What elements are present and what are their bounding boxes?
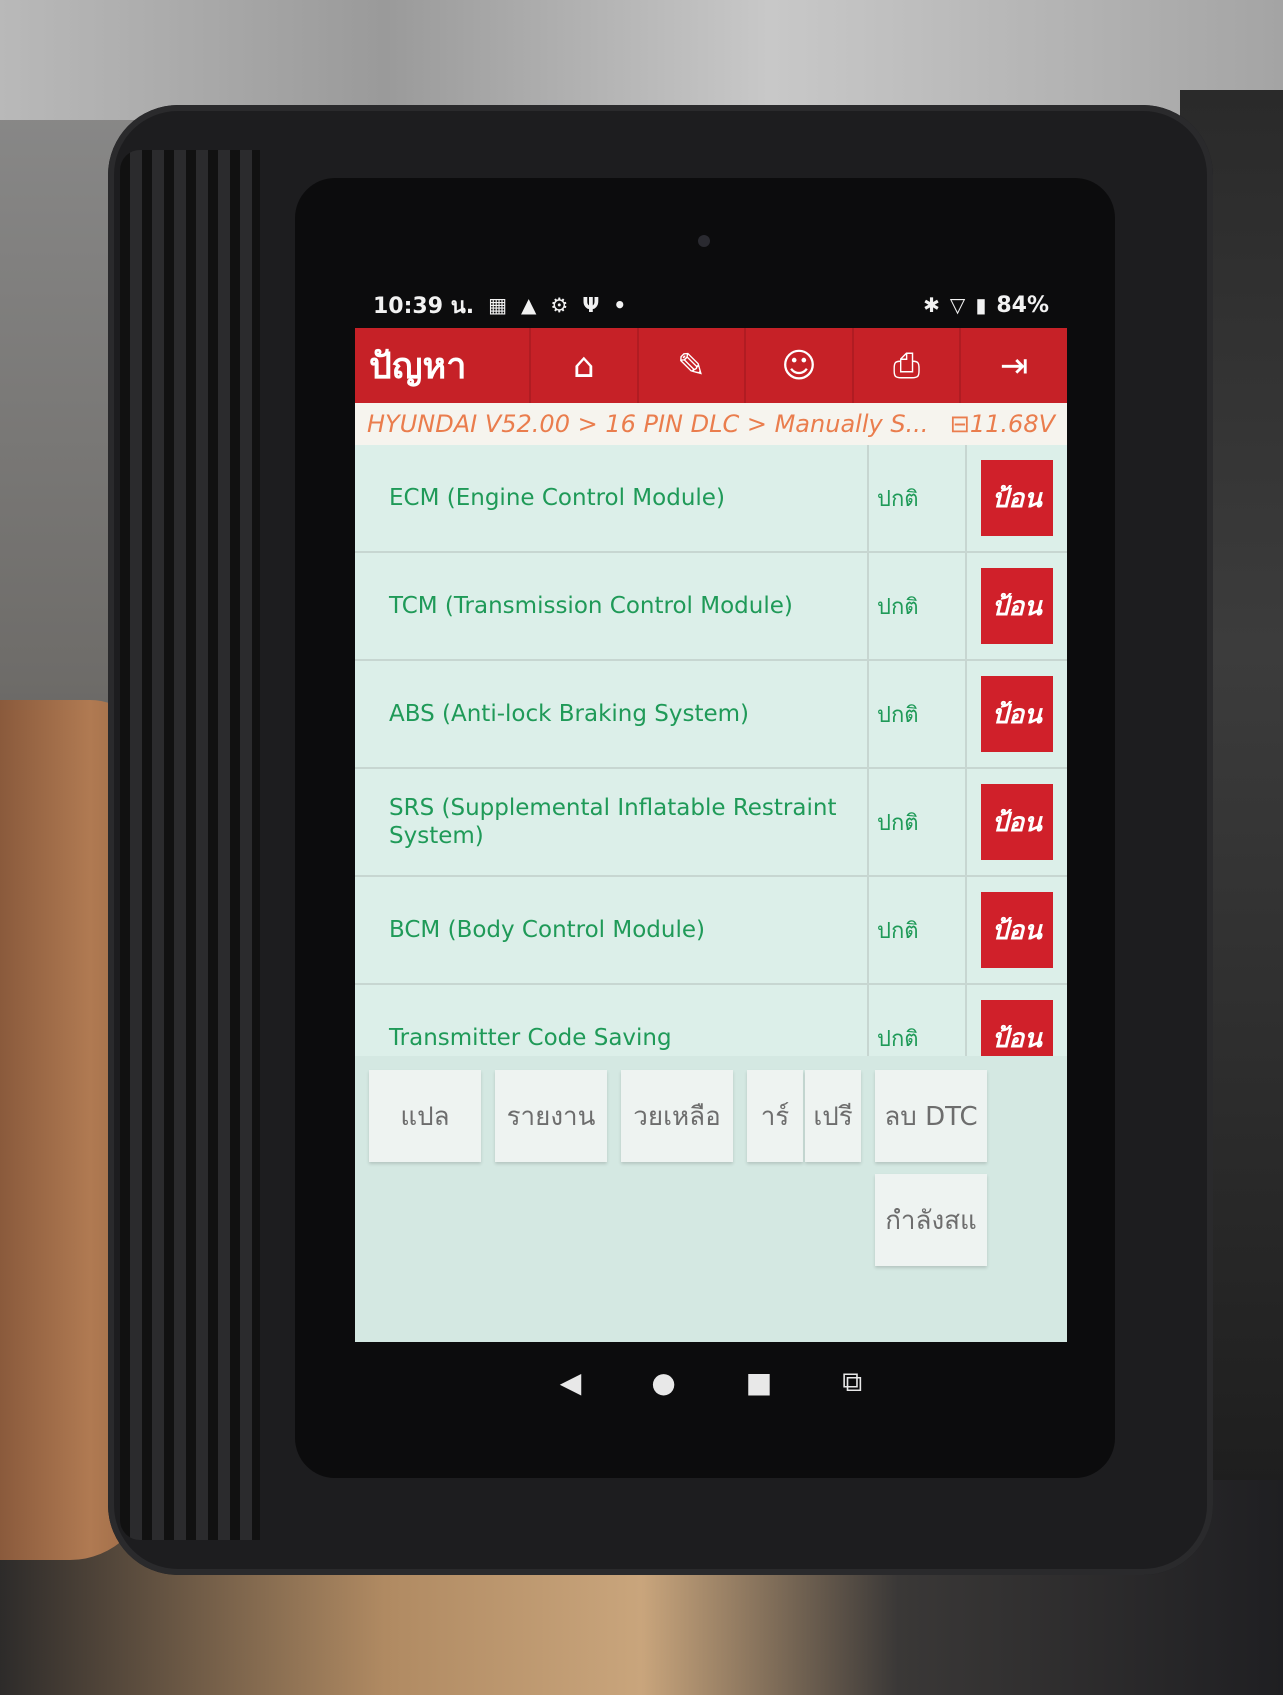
battery-icon: ▮	[975, 293, 987, 317]
recents-icon[interactable]: ■	[746, 1366, 772, 1399]
list-item: ABS (Anti-lock Braking System) ปกติ ป้อน	[355, 661, 1067, 769]
compare-button[interactable]: เปรี	[805, 1070, 861, 1162]
system-list: ECM (Engine Control Module) ปกติ ป้อน TC…	[355, 445, 1067, 1093]
usb-icon: Ψ	[582, 293, 600, 317]
system-name: BCM (Body Control Module)	[355, 877, 869, 983]
screen: 10:39 น. ▦ ▲ ⚙ Ψ • ✱ ▽ ▮ 84% ปัญหา ⌂ ✎ ☺…	[355, 282, 1067, 1342]
home-icon: ⌂	[573, 345, 595, 386]
share-button[interactable]: าร์	[747, 1070, 803, 1162]
enter-button[interactable]: ป้อน	[981, 892, 1053, 968]
warning-icon: ▲	[521, 293, 537, 317]
wifi-icon: ▽	[949, 293, 966, 317]
help-button[interactable]: วยเหลือ	[621, 1070, 733, 1162]
dot-icon: •	[613, 293, 627, 317]
bluetooth-icon: ✱	[923, 293, 940, 317]
breadcrumb: HYUNDAI V52.00 > 16 PIN DLC > Manually S…	[355, 403, 1067, 445]
list-item: SRS (Supplemental Inflatable Restraint S…	[355, 769, 1067, 877]
edit-icon: ✎	[677, 345, 706, 386]
system-status: ปกติ	[869, 661, 967, 767]
battery-level: 84%	[996, 292, 1049, 318]
page-title: ปัญหา	[369, 346, 467, 387]
background-ceiling	[0, 0, 1283, 120]
exit-button[interactable]: ⇥	[959, 328, 1067, 403]
gear-icon: ⚙	[550, 293, 569, 317]
system-status: ปกติ	[869, 769, 967, 875]
tablet-grip	[120, 150, 260, 1540]
bottom-action-bar: แปล รายงาน วยเหลือ าร์ เปรี ลบ DTC กำลัง…	[355, 1056, 1067, 1342]
list-item: ECM (Engine Control Module) ปกติ ป้อน	[355, 445, 1067, 553]
status-bar: 10:39 น. ▦ ▲ ⚙ Ψ • ✱ ▽ ▮ 84%	[355, 282, 1067, 328]
enter-button[interactable]: ป้อน	[981, 460, 1053, 536]
user-icon: ☺	[781, 345, 817, 386]
clear-dtc-button[interactable]: ลบ DTC	[875, 1070, 987, 1162]
print-icon: ⎙	[892, 345, 921, 386]
user-button[interactable]: ☺	[744, 328, 852, 403]
status-time: 10:39 น.	[373, 293, 475, 319]
system-name: TCM (Transmission Control Module)	[355, 553, 869, 659]
translate-button[interactable]: แปล	[369, 1070, 481, 1162]
system-status: ปกติ	[869, 553, 967, 659]
battery-voltage: ⊟11.68V	[949, 410, 1055, 438]
back-icon[interactable]: ◀	[560, 1366, 582, 1399]
edit-button[interactable]: ✎	[636, 328, 745, 403]
list-item: BCM (Body Control Module) ปกติ ป้อน	[355, 877, 1067, 985]
enter-button[interactable]: ป้อน	[981, 568, 1053, 644]
print-button[interactable]: ⎙	[851, 328, 960, 403]
system-status: ปกติ	[869, 877, 967, 983]
home-button[interactable]: ⌂	[529, 328, 637, 403]
exit-icon: ⇥	[999, 345, 1029, 386]
list-item: TCM (Transmission Control Module) ปกติ ป…	[355, 553, 1067, 661]
car-battery-icon: ⊟	[949, 410, 970, 438]
system-name: SRS (Supplemental Inflatable Restraint S…	[355, 769, 869, 875]
enter-button[interactable]: ป้อน	[981, 676, 1053, 752]
system-status: ปกติ	[869, 445, 967, 551]
system-name: ABS (Anti-lock Braking System)	[355, 661, 869, 767]
system-name: ECM (Engine Control Module)	[355, 445, 869, 551]
breadcrumb-path: HYUNDAI V52.00 > 16 PIN DLC > Manually S…	[367, 410, 929, 438]
android-nav-bar: ◀ ● ■ ⧉	[355, 1342, 1067, 1422]
enter-button[interactable]: ป้อน	[981, 784, 1053, 860]
home-nav-icon[interactable]: ●	[651, 1366, 675, 1399]
app-toolbar: ปัญหา ⌂ ✎ ☺ ⎙ ⇥	[355, 328, 1067, 403]
in-progress-button[interactable]: กำลังสแ	[875, 1174, 987, 1266]
report-button[interactable]: รายงาน	[495, 1070, 607, 1162]
screenshot-icon[interactable]: ⧉	[842, 1365, 862, 1399]
calendar-icon: ▦	[488, 293, 507, 317]
front-camera	[698, 235, 710, 247]
